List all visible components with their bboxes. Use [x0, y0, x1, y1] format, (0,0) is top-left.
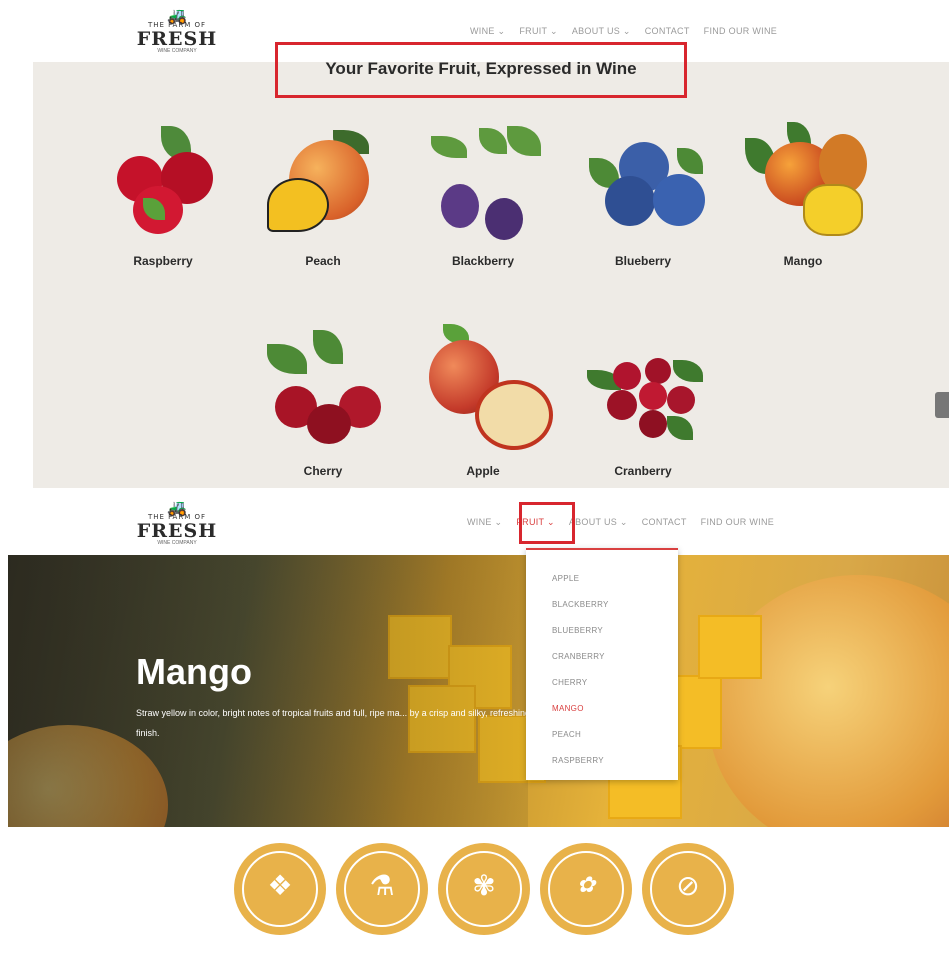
feature-badges: ❖ ⚗ ✾ ✿ ⊘ — [234, 843, 734, 935]
fruit-label: Blackberry — [451, 254, 515, 268]
badge-fermentation: ⚗ — [336, 843, 428, 935]
no-sugar-icon: ⊘ — [676, 870, 700, 901]
dropdown-item-blueberry[interactable]: BLUEBERRY — [552, 626, 603, 635]
logo-tagline: WINE COMPANY — [157, 48, 197, 54]
peach-icon — [263, 120, 383, 240]
nav-fruit[interactable]: FRUIT ⌄ — [519, 26, 557, 37]
nav-wine[interactable]: WINE ⌄ — [467, 517, 502, 528]
raspberry-icon — [103, 120, 223, 240]
fruit-menu-highlight-box — [519, 502, 575, 544]
apple-icon — [423, 324, 553, 450]
badge-gluten-free: ✾ — [438, 843, 530, 935]
vegan-icon: ✿ — [576, 873, 596, 898]
fruit-label: Cherry — [303, 464, 343, 478]
fruit-label: Peach — [305, 254, 341, 268]
dropdown-item-cherry[interactable]: CHERRY — [552, 678, 587, 687]
dropdown-item-peach[interactable]: PEACH — [552, 730, 581, 739]
fruit-label: Blueberry — [614, 254, 672, 268]
nav-contact[interactable]: CONTACT — [642, 517, 687, 528]
fruit-label: Mango — [783, 254, 823, 268]
logo-tagline: WINE COMPANY — [157, 540, 197, 546]
main-menu: WINE ⌄ FRUIT ⌄ ABOUT US ⌄ CONTACT FIND O… — [467, 517, 774, 528]
brand-logo[interactable]: 🚜 THE FARM OF FRESH WINE COMPANY — [133, 6, 221, 56]
fruit-card-peach[interactable]: Peach — [258, 120, 388, 268]
fruit-label: Apple — [466, 464, 500, 478]
fruit-label: Raspberry — [133, 254, 193, 268]
mango-icon — [743, 120, 867, 240]
main-menu: WINE ⌄ FRUIT ⌄ ABOUT US ⌄ CONTACT FIND O… — [470, 26, 777, 37]
nav-wine[interactable]: WINE ⌄ — [470, 26, 505, 37]
blueberry-icon — [583, 120, 705, 240]
fruit-grid-section: Your Favorite Fruit, Expressed in Wine R… — [33, 42, 949, 488]
fruit-card-blueberry[interactable]: Blueberry — [578, 120, 708, 268]
dropdown-item-cranberry[interactable]: CRANBERRY — [552, 652, 605, 661]
fermentation-flask-icon: ⚗ — [369, 870, 395, 901]
fruit-dropdown-menu: APPLE BLACKBERRY BLUEBERRY CRANBERRY CHE… — [526, 548, 678, 780]
dropdown-item-raspberry[interactable]: RASPBERRY — [552, 756, 604, 765]
fruit-card-blackberry[interactable]: Blackberry — [418, 120, 548, 268]
fruit-card-mango[interactable]: Mango — [738, 120, 868, 268]
fruit-card-apple[interactable]: Apple — [418, 324, 553, 478]
nav-about-us[interactable]: ABOUT US ⌄ — [572, 26, 631, 37]
section-title: Your Favorite Fruit, Expressed in Wine — [325, 59, 637, 78]
side-scroll-button[interactable] — [935, 392, 949, 418]
title-highlight-box: Your Favorite Fruit, Expressed in Wine — [275, 42, 687, 98]
blackberry-icon — [423, 120, 543, 240]
hero-title: Mango — [136, 651, 252, 692]
fruit-card-raspberry[interactable]: Raspberry — [98, 120, 228, 268]
fruit-card-cranberry[interactable]: Cranberry — [578, 324, 708, 478]
dropdown-item-blackberry[interactable]: BLACKBERRY — [552, 600, 609, 609]
badge-vegan: ✿ — [540, 843, 632, 935]
badge-no-sugar: ⊘ — [642, 843, 734, 935]
pineapple-icon: ❖ — [267, 870, 293, 901]
logo-brand: FRESH — [136, 520, 218, 542]
dropdown-item-apple[interactable]: APPLE — [552, 574, 579, 583]
nav-about-us[interactable]: ABOUT US ⌄ — [569, 517, 628, 528]
nav-find-our-wine[interactable]: FIND OUR WINE — [704, 26, 777, 37]
hero-banner: Mango Straw yellow in color, bright note… — [8, 555, 949, 827]
cranberry-icon — [583, 324, 703, 444]
cherry-icon — [263, 324, 383, 444]
second-header: 🚜 THE FARM OF FRESH WINE COMPANY WINE ⌄ … — [0, 490, 949, 552]
dropdown-item-mango[interactable]: MANGO — [552, 704, 584, 713]
hero-description: Straw yellow in color, bright notes of t… — [136, 708, 531, 738]
logo-brand: FRESH — [136, 28, 218, 50]
fruit-card-cherry[interactable]: Cherry — [258, 324, 388, 478]
nav-contact[interactable]: CONTACT — [645, 26, 690, 37]
wheat-icon: ✾ — [472, 870, 496, 901]
fruit-label: Cranberry — [614, 464, 672, 478]
brand-logo[interactable]: 🚜 THE FARM OF FRESH WINE COMPANY — [133, 498, 221, 548]
badge-pineapple: ❖ — [234, 843, 326, 935]
nav-find-our-wine[interactable]: FIND OUR WINE — [701, 517, 774, 528]
